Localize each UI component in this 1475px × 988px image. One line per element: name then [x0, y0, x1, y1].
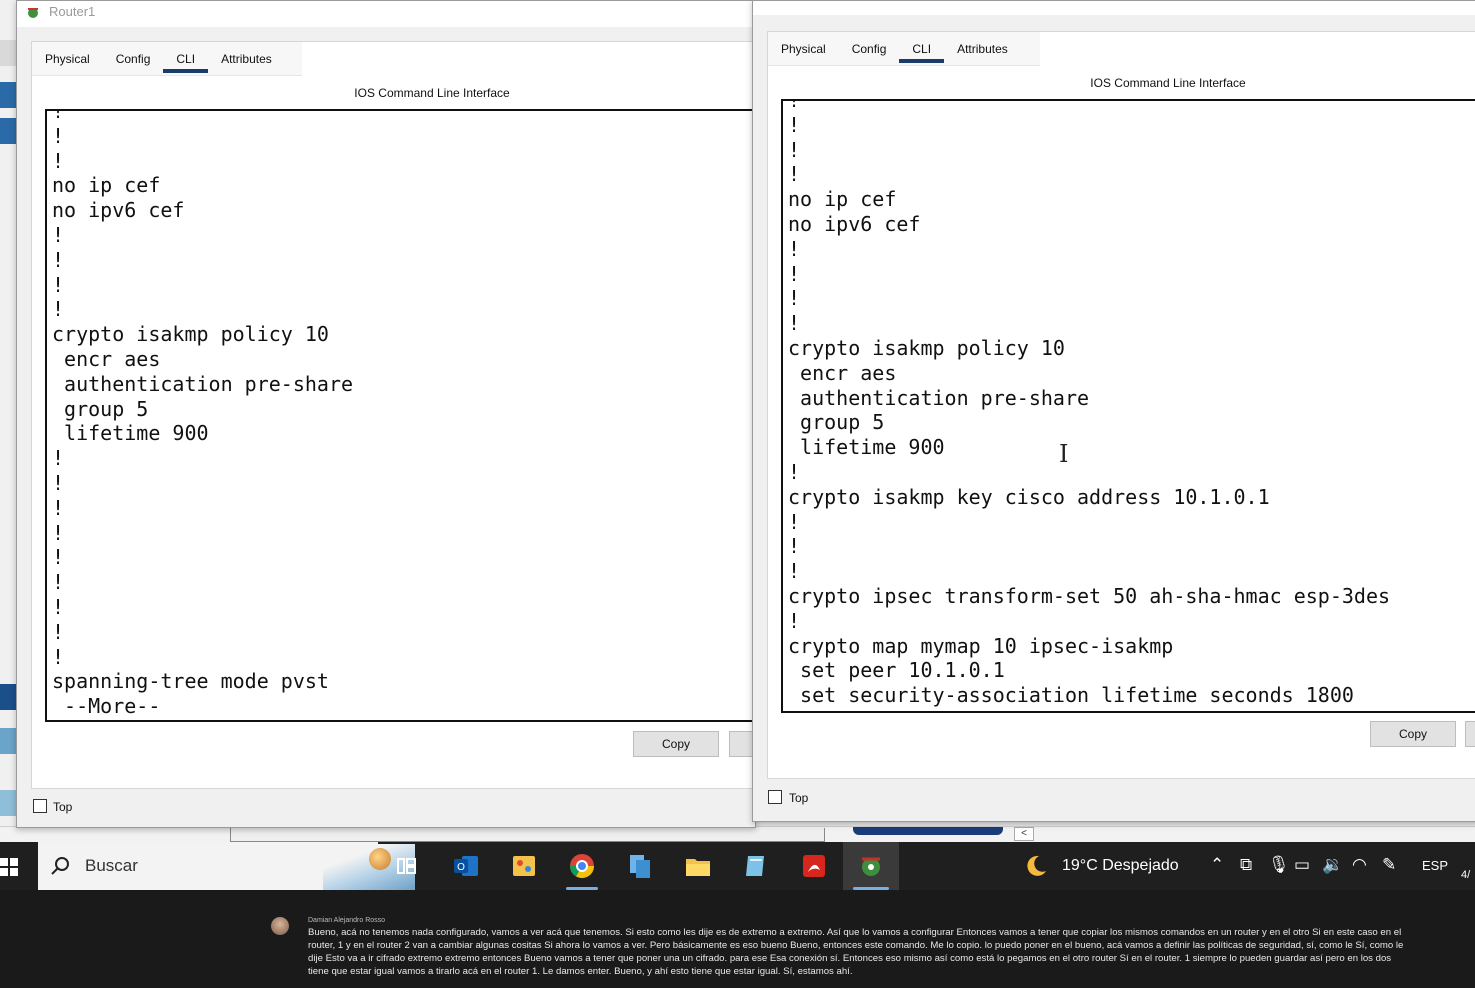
tab-cli[interactable]: CLI	[163, 42, 208, 75]
paste-button[interactable]	[1465, 721, 1475, 747]
top-checkbox[interactable]	[33, 799, 47, 813]
router2-content-panel: Physical Config CLI Attributes IOS Comma…	[767, 31, 1475, 779]
terminal-output: ! ! ! ! no ip cef no ipv6 cef ! ! ! ! cr…	[788, 99, 1391, 708]
meet-now-icon[interactable]: ⧉	[1240, 855, 1252, 875]
router2-window: Physical Config CLI Attributes IOS Comma…	[752, 0, 1475, 822]
speaker-name: Damian Alejandro Rosso	[308, 917, 386, 924]
tab-attributes[interactable]: Attributes	[208, 42, 285, 75]
packet-tracer-icon	[28, 8, 38, 18]
taskbar-search[interactable]: Buscar	[38, 842, 415, 890]
windows-start-icon[interactable]	[0, 858, 20, 876]
packet-tracer-icon[interactable]	[855, 850, 887, 882]
tab-config[interactable]: Config	[839, 32, 900, 65]
taskbar: Buscar O 19°C Despejado ⌃ ⧉ 🎙 ▭ 🔉 ◠ ✎ ES…	[0, 842, 1475, 890]
acrobat-icon[interactable]	[798, 850, 830, 882]
scroll-left-button[interactable]: <	[1014, 827, 1034, 841]
chrome-icon[interactable]	[566, 850, 598, 882]
pen-icon[interactable]: ✎	[1382, 855, 1396, 875]
cli-terminal[interactable]: ! ! ! ! no ip cef no ipv6 cef ! ! ! ! cr…	[781, 99, 1475, 713]
tab-physical[interactable]: Physical	[32, 42, 103, 75]
battery-icon[interactable]: ▭	[1294, 855, 1310, 875]
background-workspace-bar: <	[0, 826, 1475, 842]
tab-physical[interactable]: Physical	[768, 32, 839, 65]
router1-titlebar[interactable]: Router1	[17, 1, 755, 27]
notepad-icon[interactable]	[740, 850, 772, 882]
terminal-output: ! ! ! no ip cef no ipv6 cef ! ! ! ! cryp…	[52, 109, 354, 719]
tab-attributes[interactable]: Attributes	[944, 32, 1021, 65]
background-tool-icon	[0, 684, 16, 710]
transcript-caption: Damian Alejandro Rosso Bueno, acá no ten…	[0, 890, 1475, 988]
top-checkbox-label: Top	[789, 791, 809, 805]
background-panel-fragment	[230, 828, 825, 842]
caption-text: Bueno, acá no tenemos nada configurado, …	[308, 927, 1404, 977]
tab-cli[interactable]: CLI	[899, 32, 944, 65]
background-tool-icon	[0, 40, 16, 66]
copy-button[interactable]: Copy	[633, 731, 719, 757]
moon-weather-icon	[1027, 855, 1046, 876]
background-tab-fragment	[853, 827, 1003, 835]
background-tool-icon	[0, 790, 16, 816]
paint-icon[interactable]	[508, 850, 540, 882]
router1-window: Router1 Physical Config CLI Attributes I…	[16, 0, 769, 828]
text-cursor-icon: I	[1059, 440, 1069, 468]
window-title: Router1	[49, 4, 96, 19]
cli-terminal[interactable]: ! ! ! no ip cef no ipv6 cef ! ! ! ! cryp…	[45, 109, 765, 722]
cli-heading: IOS Command Line Interface	[1090, 76, 1246, 90]
background-tool-icon	[0, 118, 16, 144]
file-manager-icon[interactable]	[624, 850, 656, 882]
tab-config[interactable]: Config	[103, 42, 164, 75]
router1-tab-bar: Physical Config CLI Attributes	[32, 42, 302, 76]
speaker-avatar	[271, 917, 289, 935]
search-icon	[51, 857, 69, 875]
top-checkbox[interactable]	[768, 790, 782, 804]
top-checkbox-label: Top	[53, 800, 73, 814]
outlook-icon[interactable]: O	[450, 850, 482, 882]
cli-heading: IOS Command Line Interface	[354, 86, 510, 100]
language-indicator[interactable]: ESP	[1422, 858, 1448, 873]
file-explorer-icon[interactable]	[682, 850, 714, 882]
volume-icon[interactable]: 🔉	[1322, 855, 1343, 875]
router1-content-panel: Physical Config CLI Attributes IOS Comma…	[31, 41, 769, 789]
search-placeholder: Buscar	[85, 856, 138, 875]
weather-label[interactable]: 19°C Despejado	[1062, 857, 1179, 875]
task-view-icon[interactable]	[390, 850, 422, 882]
router2-tab-bar: Physical Config CLI Attributes	[768, 32, 1040, 66]
chevron-up-icon[interactable]: ⌃	[1210, 855, 1224, 875]
background-tool-icon	[0, 82, 16, 108]
router2-titlebar[interactable]	[753, 1, 1475, 15]
background-tool-icon	[0, 728, 16, 754]
svg-text:O: O	[457, 862, 465, 873]
copy-button[interactable]: Copy	[1370, 721, 1456, 747]
clock-date[interactable]: 4/	[1461, 869, 1470, 881]
microphone-icon[interactable]: 🎙	[1268, 855, 1290, 875]
wifi-icon[interactable]: ◠	[1352, 855, 1367, 875]
